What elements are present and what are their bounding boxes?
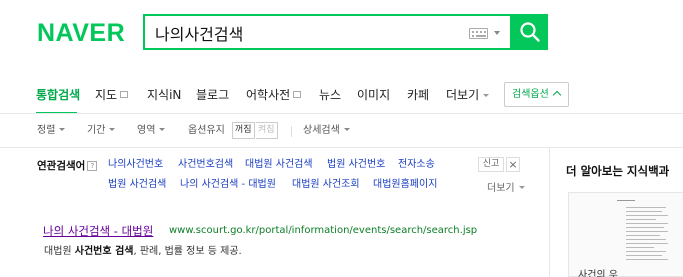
tab-map[interactable]: 지도 — [95, 87, 129, 103]
naver-logo[interactable]: NAVER — [37, 20, 125, 46]
tab-news[interactable]: 뉴스 — [319, 87, 341, 103]
caret-down-icon — [159, 128, 166, 131]
tab-dictionary[interactable]: 어학사전 — [246, 87, 302, 103]
search-icon — [520, 22, 540, 42]
related-link[interactable]: 대법원 사건검색 — [245, 158, 313, 172]
column-divider — [549, 148, 550, 277]
tab-more[interactable]: 더보기 — [446, 87, 490, 103]
caret-down-icon — [343, 128, 350, 131]
related-link[interactable]: 대법원 사건조회 — [292, 178, 360, 192]
result-title-link[interactable]: 나의 사건검색 - 대법원 — [43, 223, 153, 239]
area-option[interactable]: 영역 — [137, 124, 166, 138]
tab-blog[interactable]: 블로그 — [196, 87, 229, 103]
external-icon — [120, 91, 129, 98]
tab-cafe[interactable]: 카페 — [407, 87, 429, 103]
sort-option[interactable]: 정렬 — [37, 124, 66, 138]
search-options-button[interactable]: 검색옵션 — [504, 82, 569, 107]
related-link[interactable]: 나의사건번호 — [108, 158, 163, 172]
options-row: 정렬 기간 영역 옵션유지 꺼짐 켜짐 상세검색 — [0, 114, 683, 148]
period-option[interactable]: 기간 — [87, 124, 116, 138]
caret-down-icon — [483, 94, 490, 97]
help-icon[interactable]: ? — [87, 161, 98, 171]
header: NAVER — [0, 0, 683, 70]
keyboard-dropdown-icon[interactable] — [494, 31, 500, 35]
caret-down-icon — [518, 186, 525, 189]
chevron-up-icon — [552, 90, 562, 100]
keep-option-off-toggle[interactable]: 꺼짐 — [232, 122, 255, 139]
related-title: 연관검색어? — [37, 158, 98, 173]
search-input[interactable] — [155, 22, 455, 44]
report-button[interactable]: 신고 — [478, 157, 504, 172]
tab-integrated[interactable]: 통합검색 — [36, 87, 80, 103]
tab-images[interactable]: 이미지 — [357, 87, 390, 103]
detail-search-option[interactable]: 상세검색 — [303, 124, 350, 138]
search-box[interactable] — [143, 14, 512, 50]
external-icon — [293, 91, 302, 98]
related-link[interactable]: 대법원홈페이지 — [373, 178, 437, 192]
keyboard-icon[interactable] — [469, 28, 488, 39]
related-link[interactable]: 전자소송 — [398, 158, 435, 172]
tab-bar: 통합검색 지도 지식iN 블로그 어학사전 뉴스 이미지 카페 더보기 검색옵션 — [0, 79, 683, 114]
related-link[interactable]: 사건번호검색 — [178, 158, 233, 172]
related-link[interactable]: 나의 사건검색 - 대법원 — [180, 178, 276, 192]
result-description: 대법원 사건번호 검색, 판례, 법률 정보 등 제공. — [44, 246, 242, 257]
caret-down-icon — [109, 128, 116, 131]
result-url[interactable]: www.scourt.go.kr/portal/information/even… — [169, 225, 477, 236]
related-link[interactable]: 법원 사건번호 — [327, 158, 385, 172]
tab-kin[interactable]: 지식iN — [147, 87, 181, 103]
search-button[interactable] — [512, 14, 548, 50]
keep-option-label: 옵션유지 — [188, 125, 225, 136]
related-link[interactable]: 법원 사건검색 — [108, 178, 166, 192]
thumbnail-caption[interactable]: 사건의 우 — [578, 266, 618, 277]
keep-option-on-toggle[interactable]: 켜짐 — [256, 122, 278, 139]
more-related-button[interactable]: 더보기 — [487, 179, 525, 194]
divider — [291, 126, 292, 137]
side-panel-title: 더 알아보는 지식백과 — [566, 164, 670, 178]
caret-down-icon — [59, 128, 66, 131]
document-thumbnail[interactable] — [568, 192, 683, 277]
close-icon[interactable]: × — [506, 157, 520, 172]
related-searches: 연관검색어? 나의사건번호 사건번호검색 대법원 사건검색 법원 사건번호 전자… — [0, 148, 550, 203]
